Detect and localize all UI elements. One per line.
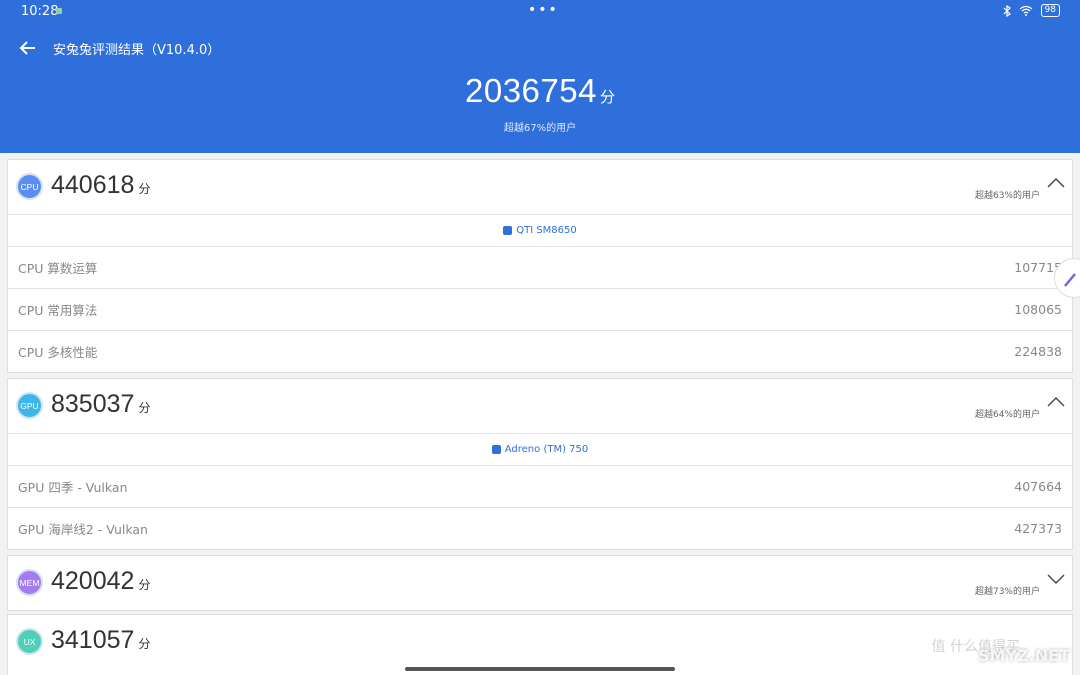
cpu-percentile: 超越63%的用户 bbox=[974, 191, 1040, 201]
gpu-score-unit: 分 bbox=[138, 401, 151, 415]
mem-card-header[interactable]: MEM 420042 分 超越73%的用户 bbox=[8, 556, 1072, 610]
chip-icon bbox=[491, 445, 501, 454]
chevron-down-icon[interactable] bbox=[1046, 572, 1066, 586]
ux-score: 341057 bbox=[51, 626, 135, 654]
gpu-sub-row: GPU 四季 - Vulkan 407664 bbox=[8, 465, 1072, 507]
sub-value: 427373 bbox=[1014, 521, 1062, 536]
chip-icon bbox=[503, 226, 513, 235]
floating-pen-button[interactable] bbox=[1054, 258, 1080, 298]
bluetooth-icon bbox=[1003, 4, 1011, 17]
sub-label: GPU 海岸线2 - Vulkan bbox=[18, 522, 148, 537]
ux-score-unit: 分 bbox=[138, 637, 151, 651]
cpu-chip-name: QTI SM8650 bbox=[516, 225, 577, 236]
sub-label: GPU 四季 - Vulkan bbox=[18, 480, 128, 495]
ux-badge: UX bbox=[16, 628, 43, 655]
back-arrow-icon[interactable] bbox=[18, 38, 38, 58]
multitask-dots-icon[interactable]: ••• bbox=[528, 2, 559, 18]
ux-card-header[interactable]: UX 341057 分 bbox=[8, 615, 1072, 669]
total-score: 2036754 bbox=[465, 72, 597, 109]
total-score-block: 2036754 分 bbox=[0, 72, 1080, 110]
cpu-score-unit: 分 bbox=[138, 182, 151, 196]
sub-value: 224838 bbox=[1014, 344, 1062, 359]
ux-score-block: 341057 分 bbox=[51, 626, 150, 655]
gpu-score: 835037 bbox=[51, 390, 135, 418]
mem-card: MEM 420042 分 超越73%的用户 bbox=[7, 555, 1073, 611]
mem-badge: MEM bbox=[16, 569, 43, 596]
cpu-score: 440618 bbox=[51, 171, 135, 199]
gpu-sub-row: GPU 海岸线2 - Vulkan 427373 bbox=[8, 507, 1072, 549]
cpu-sub-row: CPU 多核性能 224838 bbox=[8, 330, 1072, 372]
page-title: 安兔兔评测结果（V10.4.0） bbox=[53, 43, 221, 58]
sub-label: CPU 常用算法 bbox=[18, 303, 98, 318]
mem-score-block: 420042 分 bbox=[51, 567, 150, 596]
total-score-unit: 分 bbox=[599, 88, 615, 106]
ux-card: UX 341057 分 bbox=[7, 614, 1073, 675]
mem-score-unit: 分 bbox=[138, 578, 151, 592]
watermark: SMYZ.NET bbox=[978, 646, 1070, 665]
sub-label: CPU 多核性能 bbox=[18, 345, 98, 360]
chevron-up-icon[interactable] bbox=[1046, 395, 1066, 409]
status-time: 10:28 bbox=[21, 4, 59, 19]
battery-indicator: 98 bbox=[1040, 4, 1060, 17]
gpu-chip-row: Adreno (TM) 750 bbox=[8, 433, 1072, 465]
gpu-percentile: 超越64%的用户 bbox=[974, 410, 1040, 420]
sub-value: 108065 bbox=[1014, 302, 1062, 317]
cpu-sub-row: CPU 常用算法 108065 bbox=[8, 288, 1072, 330]
gpu-card-header[interactable]: GPU 835037 分 超越64%的用户 bbox=[8, 379, 1072, 433]
sub-value: 407664 bbox=[1014, 479, 1062, 494]
notification-icon bbox=[56, 8, 62, 14]
cpu-badge: CPU bbox=[16, 173, 43, 200]
gpu-badge: GPU bbox=[16, 392, 43, 419]
sub-label: CPU 算数运算 bbox=[18, 261, 98, 276]
cpu-card: CPU 440618 分 超越63%的用户 QTI SM8650 CPU 算数运算… bbox=[7, 159, 1073, 373]
header-bar: 10:28 ••• 98 安兔兔评测结果（V10.4.0） 2036754 分 超… bbox=[0, 0, 1080, 153]
home-indicator[interactable] bbox=[405, 667, 675, 671]
pen-icon bbox=[1064, 273, 1076, 287]
cpu-chip-row: QTI SM8650 bbox=[8, 214, 1072, 246]
total-percentile: 超越67%的用户 bbox=[503, 123, 577, 134]
cpu-card-header[interactable]: CPU 440618 分 超越63%的用户 bbox=[8, 160, 1072, 214]
status-icons: 98 bbox=[1003, 4, 1060, 17]
mem-score: 420042 bbox=[51, 567, 135, 595]
gpu-chip-name: Adreno (TM) 750 bbox=[504, 444, 589, 455]
cpu-score-block: 440618 分 bbox=[51, 171, 150, 200]
chevron-up-icon[interactable] bbox=[1046, 176, 1066, 190]
mem-percentile: 超越73%的用户 bbox=[974, 587, 1040, 597]
cpu-sub-row: CPU 算数运算 107715 bbox=[8, 246, 1072, 288]
wifi-icon bbox=[1019, 5, 1032, 16]
gpu-score-block: 835037 分 bbox=[51, 390, 150, 419]
gpu-card: GPU 835037 分 超越64%的用户 Adreno (TM) 750 GPU… bbox=[7, 378, 1073, 550]
